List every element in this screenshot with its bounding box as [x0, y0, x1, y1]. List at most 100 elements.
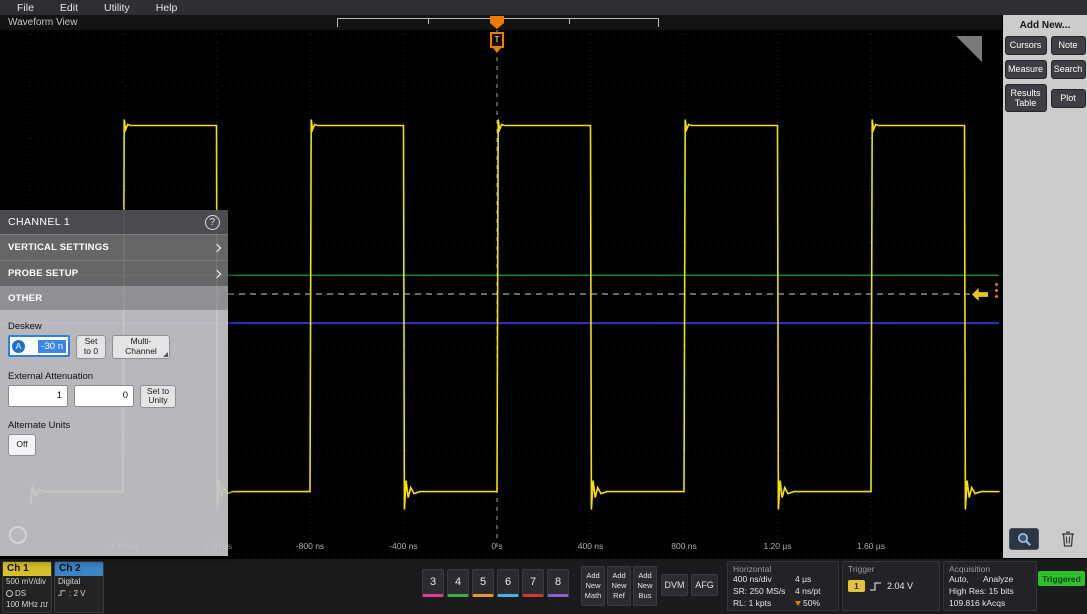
- set-to-zero-button[interactable]: Set to 0: [76, 335, 106, 359]
- probe-setup-row[interactable]: PROBE SETUP: [0, 260, 228, 286]
- x-axis-tick: -400 ns: [389, 541, 417, 551]
- deskew-label: Deskew: [8, 321, 220, 332]
- add-new-title: Add New...: [1003, 20, 1087, 31]
- trash-button[interactable]: [1055, 528, 1081, 550]
- menu-edit[interactable]: Edit: [47, 2, 91, 14]
- ch1-scale: 500 mV/div: [3, 576, 51, 588]
- attenuation-input-1[interactable]: 1: [8, 385, 68, 407]
- view-corner-peel-icon[interactable]: [956, 36, 982, 62]
- position-icon: [795, 601, 801, 606]
- ch1-coupling: DS: [15, 588, 26, 600]
- horizontal-panel[interactable]: Horizontal 400 ns/div4 µs SR: 250 MS/s4 …: [727, 561, 839, 611]
- threshold-icon: [58, 589, 67, 597]
- right-edge-drag-handle[interactable]: [995, 283, 998, 298]
- add-new-panel: Add New... Cursors Note Measure Search R…: [1003, 15, 1087, 558]
- ch7-button[interactable]: 7: [522, 569, 544, 597]
- attenuation-input-2[interactable]: 0: [74, 385, 134, 407]
- rising-edge-icon: [870, 581, 882, 592]
- alternate-units-label: Alternate Units: [8, 420, 220, 431]
- deskew-value: -30 n: [38, 340, 66, 353]
- multiplier-a-icon: A: [12, 340, 25, 353]
- dvm-button[interactable]: DVM: [661, 574, 688, 596]
- trigger-level-value: 2.04 V: [887, 581, 913, 591]
- waveform-header: Waveform View: [0, 15, 1002, 30]
- flyout-corner-icon: [163, 352, 168, 357]
- acquisition-panel[interactable]: Acquisition Auto,Analyze High Res: 15 bi…: [943, 561, 1037, 611]
- menu-utility[interactable]: Utility: [91, 2, 143, 14]
- trigger-position-marker-icon[interactable]: [490, 16, 504, 29]
- other-row[interactable]: OTHER: [0, 286, 228, 310]
- ch8-button[interactable]: 8: [547, 569, 569, 597]
- menu-help[interactable]: Help: [143, 2, 191, 14]
- other-label: OTHER: [8, 293, 42, 304]
- menu-bar: File Edit Utility Help: [0, 0, 1087, 15]
- ch1-badge-header: Ch 1: [3, 562, 51, 576]
- chevron-right-icon: [213, 243, 221, 251]
- probe-setup-label: PROBE SETUP: [8, 268, 78, 279]
- horizontal-title: Horizontal: [733, 564, 833, 574]
- other-section-body: Deskew A -30 n Set to 0 Multi- Channel E…: [0, 310, 228, 556]
- ch1-badge[interactable]: Ch 1 500 mV/div DS 100 MHz: [2, 561, 52, 613]
- vertical-settings-label: VERTICAL SETTINGS: [8, 242, 109, 253]
- add-new-bus-button[interactable]: AddNewBus: [633, 566, 657, 606]
- search-button[interactable]: Search: [1051, 60, 1086, 79]
- x-axis-tick: 1.20 µs: [763, 541, 791, 551]
- ch2-badge-header: Ch 2: [55, 562, 103, 576]
- menu-file[interactable]: File: [4, 2, 47, 14]
- alternate-units-off-label: Off: [12, 440, 32, 450]
- bracket-tick: [569, 19, 570, 24]
- ch1-bandwidth: 100 MHz: [6, 599, 38, 611]
- acquisition-title: Acquisition: [949, 564, 1031, 574]
- attenuation-value-1: 1: [57, 390, 62, 401]
- cursors-button[interactable]: Cursors: [1005, 36, 1047, 55]
- ch4-button[interactable]: 4: [447, 569, 469, 597]
- waveform-view-title: Waveform View: [8, 17, 77, 28]
- chevron-right-icon: [213, 269, 221, 277]
- x-axis-tick: 400 ns: [578, 541, 604, 551]
- oscilloscope-app: File Edit Utility Help Waveform View T -…: [0, 0, 1087, 614]
- afg-button[interactable]: AFG: [691, 574, 718, 596]
- set-to-unity-line2: Unity: [144, 396, 172, 406]
- results-table-button[interactable]: Results Table: [1005, 84, 1047, 112]
- x-axis-tick: -800 ns: [296, 541, 324, 551]
- plot-button[interactable]: Plot: [1051, 89, 1086, 108]
- note-button[interactable]: Note: [1051, 36, 1086, 55]
- squarewave-icon: [40, 601, 48, 608]
- trash-icon: [1061, 531, 1075, 547]
- deskew-input[interactable]: A -30 n: [8, 335, 70, 357]
- dialog-ghost-icon: [9, 526, 27, 544]
- zoom-tool-button[interactable]: [1009, 528, 1039, 550]
- ch6-button[interactable]: 6: [497, 569, 519, 597]
- measure-button[interactable]: Measure: [1005, 60, 1047, 79]
- trigger-panel[interactable]: Trigger 1 2.04 V: [842, 561, 940, 611]
- attenuation-value-2: 0: [123, 390, 128, 401]
- x-axis-tick: 1.60 µs: [857, 541, 885, 551]
- trigger-flag-point-icon: [493, 48, 501, 53]
- probe-icon: [6, 590, 13, 597]
- add-new-math-button[interactable]: AddNewMath: [581, 566, 605, 606]
- vertical-settings-row[interactable]: VERTICAL SETTINGS: [0, 234, 228, 260]
- magnifier-icon: [1017, 532, 1032, 547]
- channel1-dialog-header[interactable]: CHANNEL 1 ?: [0, 210, 228, 234]
- trigger-flag-icon[interactable]: T: [490, 32, 504, 48]
- ch3-button[interactable]: 3: [422, 569, 444, 597]
- trigger-title: Trigger: [848, 564, 934, 574]
- bottom-bar: Ch 1 500 mV/div DS 100 MHz Ch 2 Digital …: [0, 558, 1087, 614]
- ch2-badge[interactable]: Ch 2 Digital : 2 V: [54, 561, 104, 613]
- multi-channel-button[interactable]: Multi- Channel: [112, 335, 170, 359]
- alternate-units-off-button[interactable]: Off: [8, 434, 36, 456]
- x-axis-tick: 0 s: [491, 541, 502, 551]
- ch5-button[interactable]: 5: [472, 569, 494, 597]
- multi-channel-line2: Channel: [116, 347, 166, 357]
- bracket-tick: [428, 19, 429, 24]
- triggered-status-badge: Triggered: [1038, 571, 1085, 586]
- set-to-unity-button[interactable]: Set to Unity: [140, 385, 176, 409]
- help-icon[interactable]: ?: [205, 215, 220, 230]
- channel1-dialog-title: CHANNEL 1: [8, 216, 70, 228]
- ch2-mode: Digital: [55, 576, 103, 588]
- trigger-source-icon: 1: [848, 580, 865, 592]
- external-attenuation-label: External Attenuation: [8, 371, 220, 382]
- channel1-dialog: CHANNEL 1 ? VERTICAL SETTINGS PROBE SETU…: [0, 210, 228, 556]
- ch2-threshold: : 2 V: [69, 588, 85, 600]
- add-new-ref-button[interactable]: AddNewRef: [607, 566, 631, 606]
